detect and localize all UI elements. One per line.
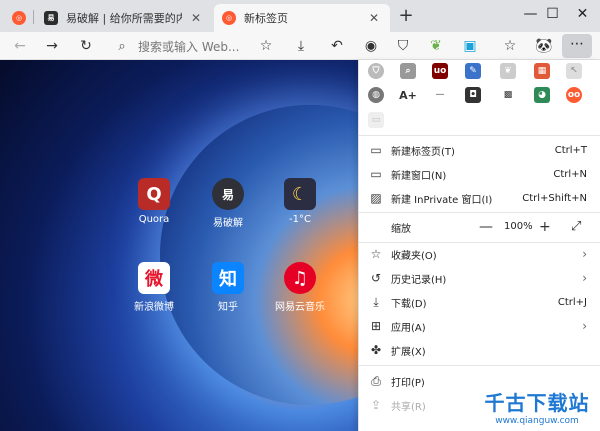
extension-cursor-icon[interactable]: ↖ — [566, 63, 582, 79]
menu-new-window[interactable]: ▭ 新建窗口(N) Ctrl+N — [359, 162, 600, 186]
menu-apps[interactable]: ⊞ 应用(A) › — [359, 314, 600, 338]
extension-dash-icon[interactable]: — — [432, 87, 448, 103]
tile-label: 易破解 — [213, 218, 243, 229]
chevron-right-icon: › — [582, 247, 587, 261]
zoom-level: 100% — [504, 221, 533, 232]
tile-label: 知乎 — [218, 302, 238, 313]
tile-label: Quora — [138, 214, 170, 225]
favorites-icon: ☆ — [370, 247, 382, 261]
speed-dial-zhihu[interactable]: 知 知乎 — [198, 262, 258, 313]
tile-label: 新浪微博 — [134, 302, 174, 313]
watermark-url: www.qianguw.com — [495, 416, 579, 426]
profile-avatar-icon[interactable]: 🐼 — [534, 36, 554, 56]
menu-history[interactable]: ↺ 历史记录(H) › — [359, 266, 600, 290]
refresh-icon[interactable]: ↻ — [76, 36, 96, 56]
undo-icon[interactable]: ↶ — [327, 36, 347, 56]
menu-favorites[interactable]: ☆ 收藏夹(O) › — [359, 242, 600, 266]
close-window-button[interactable]: ✕ — [560, 0, 600, 32]
menu-extensions[interactable]: ✤ 扩展(X) — [359, 338, 600, 362]
shield-icon[interactable]: ⛉ — [393, 36, 413, 56]
extension-leaf-icon[interactable]: ❦ — [500, 63, 516, 79]
zoom-out-button[interactable]: — — [479, 215, 493, 239]
quora-icon: Q — [138, 178, 170, 210]
menu-new-tab[interactable]: ▭ 新建标签页(T) Ctrl+T — [359, 138, 600, 162]
zhihu-icon: 知 — [212, 262, 244, 294]
tab-1[interactable]: ◎ — [4, 4, 32, 32]
share-icon: ⇪ — [370, 398, 382, 412]
tab-3[interactable]: ◎ 新标签页 ✕ — [214, 4, 390, 32]
extension-round-icon[interactable]: ◕ — [534, 87, 550, 103]
tab-title: 易破解 | 给你所需要的内容YPOJIE — [66, 12, 182, 25]
fullscreen-icon[interactable]: ⤢ — [571, 215, 581, 239]
favorite-star-icon[interactable]: ☆ — [256, 36, 276, 56]
menu-zoom: 缩放 — 100% + ⤢ — [359, 215, 600, 239]
download-icon: ⤓ — [373, 294, 379, 309]
speed-dial-quora[interactable]: Q Quora — [124, 178, 184, 225]
back-icon[interactable]: ← — [10, 36, 30, 56]
qr-code-icon[interactable]: ▩ — [500, 87, 516, 103]
search-icon: ⌕ — [118, 38, 126, 54]
zoom-in-button[interactable]: + — [539, 215, 551, 239]
history-icon: ↺ — [370, 271, 382, 285]
extension-shield-icon[interactable]: ⛉ — [368, 63, 384, 79]
ypojie-icon: 易 — [212, 178, 244, 210]
favorites-list-icon[interactable]: ☆ — [500, 36, 520, 56]
apps-icon: ⊞ — [370, 319, 382, 333]
forward-icon[interactable]: → — [42, 36, 62, 56]
inprivate-icon: ▨ — [370, 191, 382, 205]
close-icon[interactable]: ✕ — [188, 10, 204, 26]
new-tab-icon: ▭ — [370, 143, 382, 157]
tab-title: 新标签页 — [244, 12, 288, 25]
speed-dial-netease-music[interactable]: ♫ 网易云音乐 — [270, 262, 330, 313]
save-icon[interactable]: ▣ — [460, 36, 480, 56]
new-tab-button[interactable]: + — [395, 5, 417, 27]
settings-menu: ⛉ ⌕ uo ✎ ❦ ▦ ↖ ◍ A+ — ◘ ▩ ◕ oo ▭ ▭ 新建标签页… — [358, 60, 600, 431]
extension-globe-icon[interactable]: ◍ — [368, 87, 384, 103]
speed-dial-weibo[interactable]: 微 新浪微博 — [124, 262, 184, 313]
tab-favicon-icon: 易 — [44, 11, 58, 25]
edge-logo-icon: ◎ — [12, 11, 26, 25]
search-input[interactable]: 搜索或输入 Web... — [138, 38, 239, 55]
more-menu-button[interactable]: ⋯ — [562, 34, 592, 58]
download-icon[interactable]: ⤓ — [291, 36, 311, 56]
puzzle-icon: ✤ — [370, 343, 382, 357]
tile-label: 网易云音乐 — [275, 302, 325, 313]
ublock-icon[interactable]: uo — [432, 63, 448, 79]
extension-image-icon[interactable]: ▭ — [368, 112, 384, 128]
read-aloud-icon[interactable]: A+ — [399, 87, 417, 103]
extension-store-icon[interactable]: ▦ — [534, 63, 550, 79]
menu-downloads[interactable]: ⤓ 下载(D) Ctrl+J — [359, 290, 600, 314]
site-watermark: 千古下载站 www.qianguw.com — [478, 387, 596, 426]
tab-2[interactable]: 易 易破解 | 给你所需要的内容YPOJIE ✕ — [36, 4, 212, 32]
extension-search-icon[interactable]: ⌕ — [400, 63, 416, 79]
weibo-icon: 微 — [138, 262, 170, 294]
menu-new-inprivate[interactable]: ▨ 新建 InPrivate 窗口(I) Ctrl+Shift+N — [359, 186, 600, 210]
chevron-right-icon: › — [582, 271, 587, 285]
speed-dial-ypojie[interactable]: 易 易破解 — [198, 178, 258, 229]
tab-strip: ◎ 易 易破解 | 给你所需要的内容YPOJIE ✕ ◎ 新标签页 ✕ + — … — [0, 0, 600, 32]
music-icon: ♫ — [284, 262, 316, 294]
record-icon[interactable]: ◉ — [361, 36, 381, 56]
extension-edit-icon[interactable]: ✎ — [465, 63, 481, 79]
chevron-right-icon: › — [582, 319, 587, 333]
address-bar[interactable]: ⌕ 搜索或输入 Web... — [112, 34, 352, 58]
watermark-title: 千古下载站 — [484, 391, 590, 415]
speed-dial-weather[interactable]: ☾ -1°C — [270, 178, 330, 225]
printer-icon: ⎙ — [371, 373, 381, 388]
extension-co-icon[interactable]: oo — [566, 87, 582, 103]
extension-camera-icon[interactable]: ◘ — [465, 87, 481, 103]
toolbar: ← → ↻ ⌕ 搜索或输入 Web... ☆ ⤓ ↶ ◉ ⛉ ❦ ▣ ☆ 🐼 ⋯ — [0, 32, 600, 60]
moon-icon: ☾ — [284, 178, 316, 210]
close-icon[interactable]: ✕ — [366, 10, 382, 26]
new-window-icon: ▭ — [370, 167, 382, 181]
tile-label: -1°C — [289, 214, 311, 225]
edge-logo-icon: ◎ — [222, 11, 236, 25]
leaf-icon[interactable]: ❦ — [426, 36, 446, 56]
